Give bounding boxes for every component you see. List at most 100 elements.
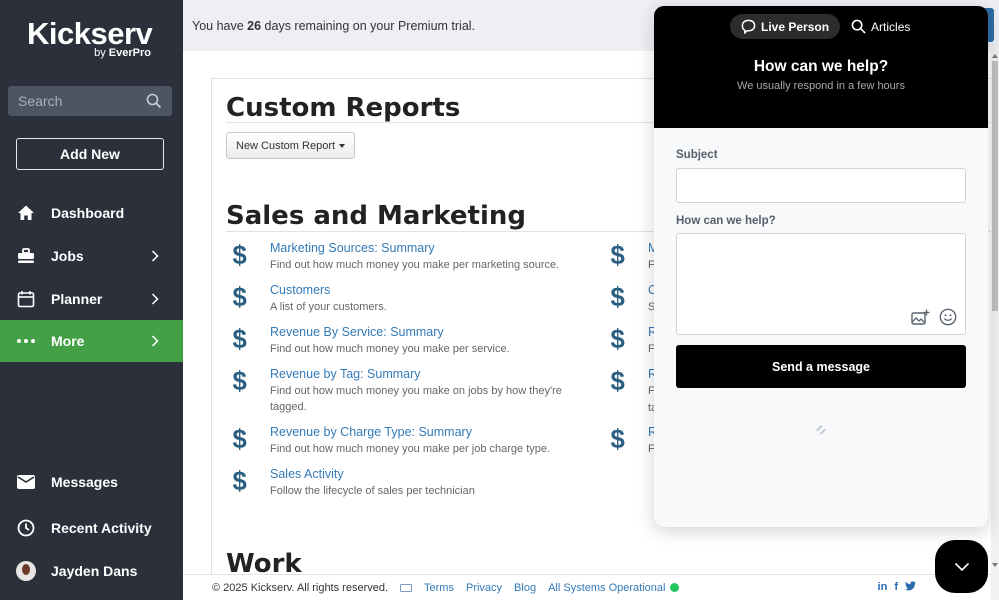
chevron-down-icon [954, 562, 969, 571]
report-link[interactable]: Customers [270, 283, 566, 298]
message-textarea[interactable] [676, 233, 966, 335]
calendar-icon [16, 289, 36, 309]
twitter-icon[interactable] [905, 581, 916, 594]
help-chat-widget: Live Person Articles How can we help? We… [654, 6, 988, 527]
dollar-icon: $ [232, 240, 247, 270]
new-custom-report-label: New Custom Report [236, 139, 336, 152]
chat-tabs: Live Person Articles [730, 14, 921, 39]
page-scrollbar[interactable] [991, 51, 999, 600]
section-title-work: Work [226, 549, 302, 574]
report-item-revenue-by-service: $ Revenue By Service: Summary Find out ho… [226, 325, 566, 357]
chat-subtitle: We usually respond in a few hours [737, 80, 905, 92]
dollar-icon: $ [610, 282, 625, 312]
facebook-icon[interactable]: f [894, 581, 898, 594]
report-description: Find out how much money you make per mar… [270, 259, 560, 271]
sidebar-item-label: Recent Activity [51, 520, 152, 536]
report-description: Find out how much money you make on jobs… [270, 385, 562, 413]
scrollbar-thumb[interactable] [992, 61, 998, 311]
emoji-icon[interactable] [939, 308, 957, 326]
add-new-button[interactable]: Add New [16, 138, 164, 170]
dollar-icon: $ [232, 424, 247, 454]
copyright: © 2025 Kickserv. All rights reserved. [212, 581, 389, 594]
report-description: Find out how much money you make per ser… [270, 343, 510, 355]
social-links: in f [878, 581, 916, 594]
report-item-customers: $ Customers A list of your customers. [226, 283, 566, 315]
dollar-icon: $ [610, 366, 625, 396]
report-description: Find out how much money you make per job… [270, 443, 551, 455]
sidebar-item-label: More [51, 333, 85, 349]
section-title-sales-marketing: Sales and Marketing [226, 201, 526, 231]
report-item-revenue-by-charge-type: $ Revenue by Charge Type: Summary Find ou… [226, 425, 566, 457]
dollar-icon: $ [232, 324, 247, 354]
more-dots-icon [16, 331, 36, 351]
page-title: Custom Reports [226, 93, 461, 123]
user-name: Jayden Dans [51, 563, 138, 579]
helpscout-logo-icon [816, 425, 826, 435]
envelope-icon [16, 472, 36, 492]
footer-link-status[interactable]: All Systems Operational [548, 582, 665, 594]
sidebar-item-messages[interactable]: Messages [0, 461, 183, 503]
clock-icon [16, 518, 36, 538]
chevron-right-icon [151, 250, 163, 262]
report-item-revenue-by-tag: $ Revenue by Tag: Summary Find out how mu… [226, 367, 566, 415]
logo-brand: EverPro [108, 47, 151, 59]
report-link[interactable]: Sales Activity [270, 467, 566, 482]
footer: © 2025 Kickserv. All rights reserved. Te… [183, 574, 991, 600]
send-message-button[interactable]: Send a message [676, 345, 966, 388]
sidebar-item-more[interactable]: More [0, 320, 183, 362]
keyboard-icon[interactable] [400, 583, 413, 592]
sidebar-item-label: Dashboard [51, 205, 125, 221]
report-link[interactable]: Revenue by Tag: Summary [270, 367, 566, 382]
caret-down-icon [339, 143, 346, 148]
add-image-icon[interactable] [911, 309, 930, 326]
message-label: How can we help? [676, 215, 776, 227]
sidebar-item-jobs[interactable]: Jobs [0, 235, 183, 277]
sidebar-search-input[interactable]: Search [8, 86, 172, 116]
report-link[interactable]: Marketing Sources: Summary [270, 241, 566, 256]
tab-label: Articles [871, 19, 911, 34]
chevron-right-icon [151, 335, 163, 347]
logo-text: Kickserv [27, 16, 153, 51]
avatar [16, 561, 36, 581]
report-description: A list of your customers. [270, 301, 387, 313]
sidebar-item-dashboard[interactable]: Dashboard [0, 192, 183, 234]
tab-articles[interactable]: Articles [840, 14, 921, 39]
report-item-marketing-sources: $ Marketing Sources: Summary Find out how… [226, 241, 566, 273]
sidebar-item-planner[interactable]: Planner [0, 278, 183, 320]
sidebar-item-label: Planner [51, 291, 103, 307]
kickserv-logo[interactable]: Kickserv by EverPro [27, 16, 157, 60]
scroll-down-arrow[interactable] [992, 563, 998, 567]
briefcase-icon [16, 246, 36, 266]
tab-live-person[interactable]: Live Person [730, 14, 841, 39]
home-icon [16, 203, 36, 223]
subject-input[interactable] [676, 168, 966, 203]
search-icon [851, 19, 866, 34]
footer-link-blog[interactable]: Blog [514, 582, 536, 594]
tab-label: Live Person [761, 19, 830, 34]
dollar-icon: $ [610, 424, 625, 454]
scroll-up-arrow[interactable] [992, 54, 998, 58]
linkedin-icon[interactable]: in [878, 581, 888, 594]
sidebar-item-recent-activity[interactable]: Recent Activity [0, 507, 183, 549]
dollar-icon: $ [232, 466, 247, 496]
chat-bubble-icon [741, 19, 756, 34]
trial-suffix: days remaining on your Premium trial. [261, 19, 476, 33]
footer-link-privacy[interactable]: Privacy [466, 582, 502, 594]
trial-prefix: You have [192, 19, 248, 33]
chat-toggle-button[interactable] [935, 540, 988, 593]
search-placeholder: Search [18, 93, 63, 109]
dollar-icon: $ [232, 366, 247, 396]
chevron-right-icon [151, 293, 163, 305]
report-link[interactable]: Revenue by Charge Type: Summary [270, 425, 566, 440]
new-custom-report-button[interactable]: New Custom Report [226, 132, 356, 159]
subject-label: Subject [676, 149, 718, 161]
sidebar-item-user-profile[interactable]: Jayden Dans [0, 550, 183, 592]
footer-link-terms[interactable]: Terms [424, 582, 454, 594]
search-icon [146, 93, 162, 109]
report-item-sales-activity: $ Sales Activity Follow the lifecycle of … [226, 467, 566, 499]
message-tools [911, 308, 957, 326]
sidebar-item-label: Messages [51, 474, 118, 490]
status-indicator [670, 583, 680, 592]
logo-by: by [94, 47, 106, 59]
report-link[interactable]: Revenue By Service: Summary [270, 325, 566, 340]
